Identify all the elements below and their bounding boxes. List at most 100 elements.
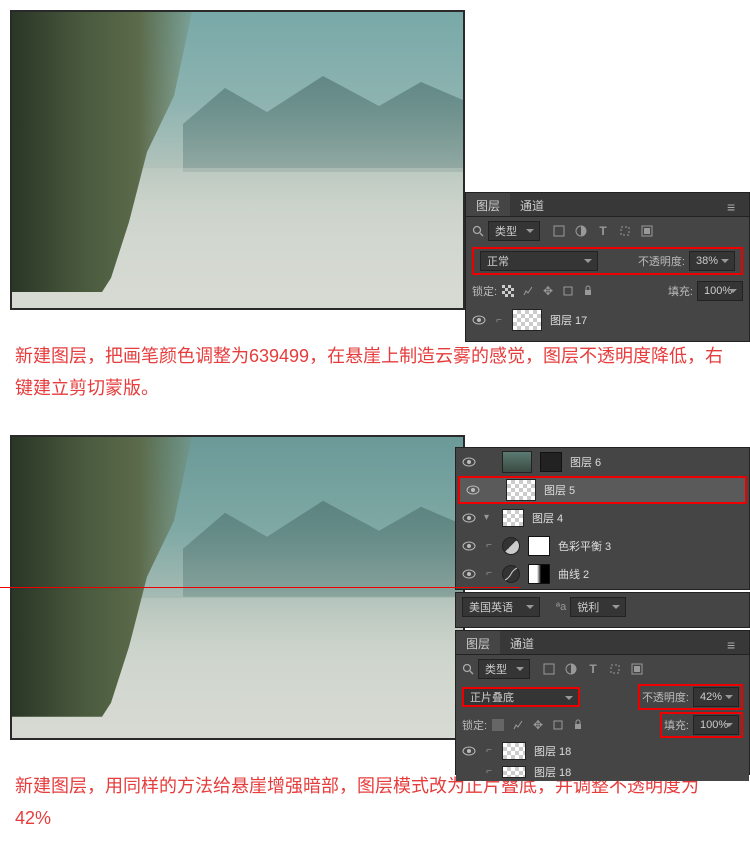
lock-artboard-icon[interactable]: [551, 718, 565, 732]
canvas-preview-1: [10, 10, 465, 310]
layer-row-6[interactable]: 图层 6: [456, 448, 749, 476]
visibility-icon[interactable]: [472, 313, 486, 327]
search-icon: [462, 663, 474, 675]
layer-name-text[interactable]: 图层 6: [570, 454, 601, 470]
layer-row-curves[interactable]: ⌐ 曲线 2: [456, 560, 749, 588]
clip-indicator-icon: ⌐: [494, 315, 504, 326]
panel-menu-icon[interactable]: [727, 637, 743, 649]
layer-thumbnail[interactable]: [506, 479, 536, 501]
options-bar: 美国英语 ªa 锐利: [455, 592, 750, 628]
layers-panel: 图层 通道 类型 T 正常 不透明度: 38%: [465, 192, 750, 342]
lock-brush-icon[interactable]: [511, 718, 525, 732]
tab-layers[interactable]: 图层: [466, 193, 510, 216]
clip-indicator-icon: ⌐: [484, 540, 494, 551]
tab-channels[interactable]: 通道: [510, 193, 554, 216]
layer-name-text[interactable]: 图层 18: [534, 764, 571, 780]
visibility-icon[interactable]: [462, 539, 476, 553]
layer-row-color-balance[interactable]: ⌐ 色彩平衡 3: [456, 532, 749, 560]
layer-mask-thumbnail[interactable]: [528, 536, 550, 556]
fill-input[interactable]: 100%: [697, 281, 743, 301]
layers-list-panel: 图层 6 图层 5 ▾ 图层 4 ⌐ 色彩平衡 3: [455, 447, 750, 590]
lock-label: 锁定:: [462, 717, 487, 733]
layer-mask-thumbnail[interactable]: [540, 452, 562, 472]
layers-panel-2: 图层 通道 类型 T 正片叠底 不透明度: 42%: [455, 630, 750, 775]
layer-row-5[interactable]: 图层 5: [458, 476, 747, 504]
blend-mode-dropdown[interactable]: 正片叠底: [462, 687, 580, 707]
filter-row: 类型 T: [456, 655, 749, 683]
filter-type-icon[interactable]: T: [596, 224, 610, 238]
layer-name-text[interactable]: 曲线 2: [558, 566, 589, 582]
opacity-input[interactable]: 38%: [689, 251, 735, 271]
layer-row-17[interactable]: ⌐ 图层 17: [466, 305, 749, 335]
visibility-icon[interactable]: [462, 511, 476, 525]
filter-icons: T: [552, 224, 654, 238]
lock-transparent-icon[interactable]: [491, 718, 505, 732]
visibility-icon[interactable]: [462, 744, 476, 758]
filter-type-dropdown[interactable]: 类型: [488, 221, 540, 241]
fill-label: 填充:: [668, 283, 693, 299]
visibility-icon[interactable]: [462, 567, 476, 581]
panel-tabs: 图层 通道: [456, 631, 749, 655]
filter-type-icon[interactable]: T: [586, 662, 600, 676]
lock-all-icon[interactable]: [571, 718, 585, 732]
panel-menu-icon[interactable]: [727, 199, 743, 211]
opacity-label: 不透明度:: [638, 253, 685, 269]
clip-indicator-icon: ⌐: [484, 766, 494, 777]
annotation-line: [0, 587, 520, 588]
search-icon: [472, 225, 484, 237]
group-chevron-icon[interactable]: ▾: [484, 512, 494, 523]
layer-name-text[interactable]: 图层 17: [550, 312, 587, 328]
lock-row: 锁定: ✥ 填充: 100%: [466, 277, 749, 305]
filter-smart-icon[interactable]: [630, 662, 644, 676]
layer-name-text[interactable]: 色彩平衡 3: [558, 538, 611, 554]
blend-opacity-row: 正常 不透明度: 38%: [472, 247, 743, 275]
tab-channels[interactable]: 通道: [500, 631, 544, 654]
lock-all-icon[interactable]: [581, 284, 595, 298]
layer-thumbnail[interactable]: [502, 766, 526, 778]
lock-move-icon[interactable]: ✥: [531, 718, 545, 732]
filter-pixel-icon[interactable]: [552, 224, 566, 238]
mountains-illustration: [183, 52, 463, 172]
adjustment-icon[interactable]: [502, 537, 520, 555]
lock-label: 锁定:: [472, 283, 497, 299]
layer-name-text[interactable]: 图层 18: [534, 743, 571, 759]
visibility-icon[interactable]: [462, 455, 476, 469]
lock-move-icon[interactable]: ✥: [541, 284, 555, 298]
lock-artboard-icon[interactable]: [561, 284, 575, 298]
layer-row-18a[interactable]: ⌐ 图层 18: [456, 739, 749, 763]
filter-icons: T: [542, 662, 644, 676]
filter-adjust-icon[interactable]: [574, 224, 588, 238]
filter-row: 类型 T: [466, 217, 749, 245]
layer-row-18b[interactable]: ⌐ 图层 18: [456, 763, 749, 781]
filter-shape-icon[interactable]: [618, 224, 632, 238]
clip-indicator-icon: ⌐: [484, 568, 494, 579]
layer-thumbnail[interactable]: [512, 309, 542, 331]
adjustment-curves-icon[interactable]: [502, 565, 520, 583]
layer-thumbnail[interactable]: [502, 451, 532, 473]
antialias-dropdown[interactable]: 锐利: [570, 597, 626, 617]
filter-pixel-icon[interactable]: [542, 662, 556, 676]
filter-type-dropdown[interactable]: 类型: [478, 659, 530, 679]
visibility-icon[interactable]: [466, 483, 480, 497]
layer-name-text[interactable]: 图层 5: [544, 482, 575, 498]
blend-opacity-row: 正片叠底 不透明度: 42%: [456, 683, 749, 711]
tab-layers[interactable]: 图层: [456, 631, 500, 654]
filter-adjust-icon[interactable]: [564, 662, 578, 676]
lock-transparent-icon[interactable]: [501, 284, 515, 298]
layer-name-text[interactable]: 图层 4: [532, 510, 563, 526]
opacity-input[interactable]: 42%: [693, 687, 739, 707]
blend-mode-dropdown[interactable]: 正常: [480, 251, 598, 271]
layer-thumbnail[interactable]: [502, 742, 526, 760]
filter-shape-icon[interactable]: [608, 662, 622, 676]
aa-icon: ªa: [556, 601, 566, 613]
language-dropdown[interactable]: 美国英语: [462, 597, 540, 617]
visibility-icon[interactable]: [462, 765, 476, 779]
lock-row: 锁定: ✥ 填充: 100%: [456, 711, 749, 739]
fill-input[interactable]: 100%: [693, 715, 739, 735]
lock-brush-icon[interactable]: [521, 284, 535, 298]
layer-mask-thumbnail[interactable]: [528, 564, 550, 584]
filter-smart-icon[interactable]: [640, 224, 654, 238]
opacity-label: 不透明度:: [642, 689, 689, 705]
layer-row-4[interactable]: ▾ 图层 4: [456, 504, 749, 532]
layer-thumbnail[interactable]: [502, 509, 524, 527]
